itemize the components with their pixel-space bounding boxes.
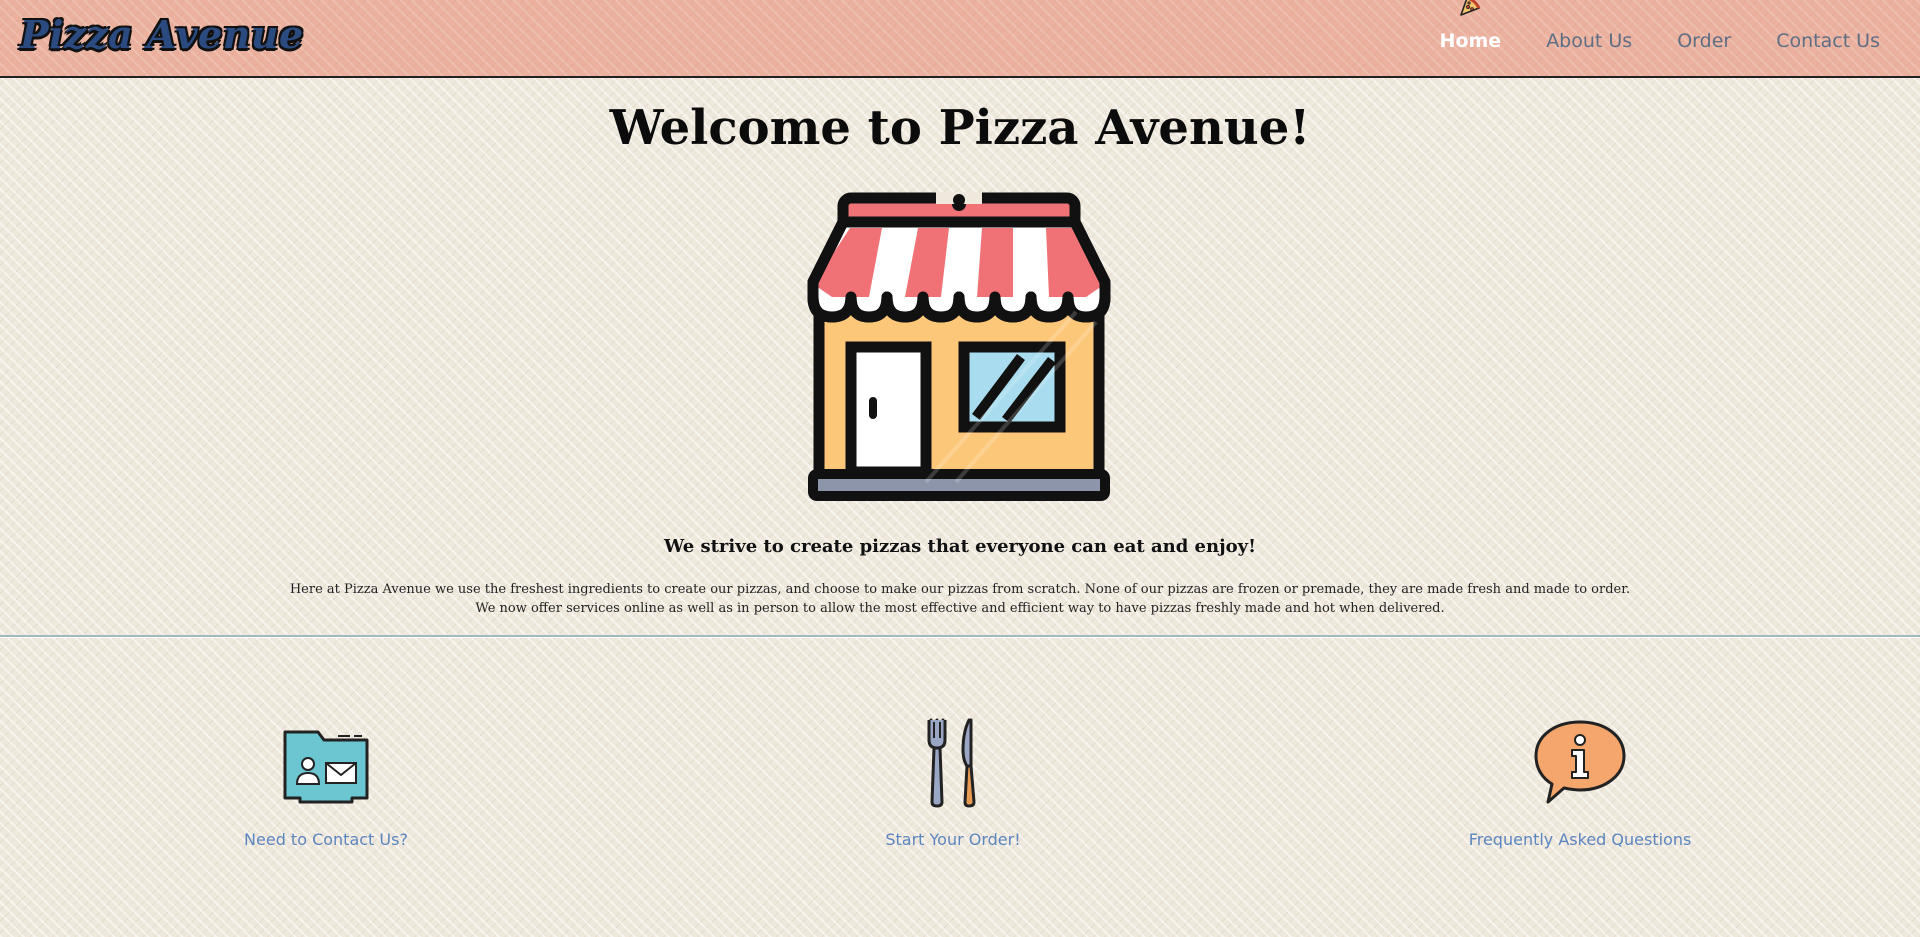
contact-folder-icon	[283, 730, 369, 804]
info-speech-bubble-icon	[1534, 720, 1626, 804]
top-navbar: Pizza Avenue Home About Us Order Contact…	[0, 0, 1920, 78]
pizza-slice-icon	[1460, 0, 1481, 16]
section-divider	[0, 635, 1920, 638]
nav-links: Home About Us Order Contact Us	[1395, 0, 1880, 78]
tagline: We strive to create pizzas that everyone…	[664, 536, 1256, 557]
brand-logo[interactable]: Pizza Avenue	[20, 12, 304, 57]
nav-order-label: Order	[1677, 30, 1732, 52]
feature-order-label[interactable]: Start Your Order!	[793, 830, 1113, 849]
storefront-icon	[807, 192, 1111, 501]
nav-order-link[interactable]: Order	[1677, 30, 1731, 52]
feature-order[interactable]: Start Your Order!	[793, 718, 1113, 849]
feature-contact-label[interactable]: Need to Contact Us?	[166, 830, 486, 849]
page-title: Welcome to Pizza Avenue!	[609, 100, 1311, 156]
intro-description: Here at Pizza Avenue we use the freshest…	[0, 580, 1920, 618]
description-line-2: We now offer services online as well as …	[475, 601, 1445, 616]
nav-home-link[interactable]: Home	[1439, 0, 1502, 52]
feature-contact[interactable]: Need to Contact Us?	[166, 718, 486, 849]
feature-faq[interactable]: Frequently Asked Questions	[1420, 718, 1740, 849]
feature-faq-label[interactable]: Frequently Asked Questions	[1420, 830, 1740, 849]
nav-contact-label: Contact Us	[1776, 30, 1880, 52]
nav-about-link[interactable]: About Us	[1546, 30, 1632, 52]
nav-contact-link[interactable]: Contact Us	[1776, 30, 1880, 52]
fork-knife-icon	[927, 718, 976, 808]
nav-home-label: Home	[1439, 30, 1502, 52]
description-line-1: Here at Pizza Avenue we use the freshest…	[289, 582, 1631, 597]
nav-about-label: About Us	[1546, 30, 1633, 52]
